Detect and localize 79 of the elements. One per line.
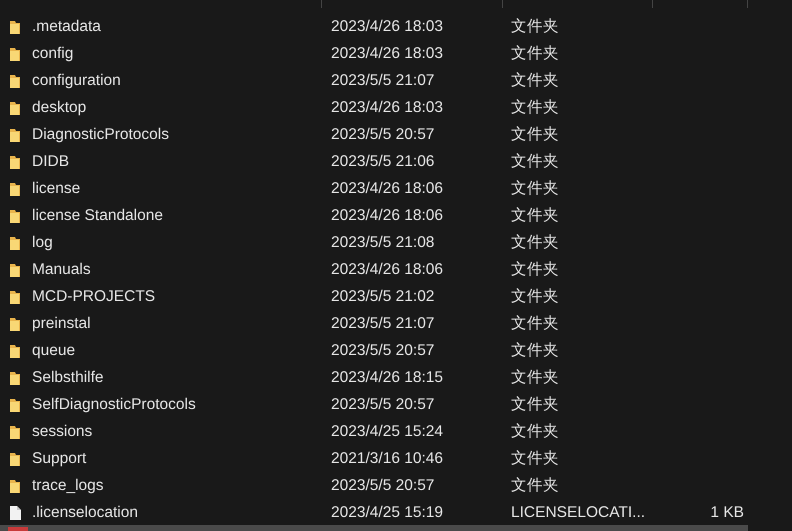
modified-date: 2023/4/25 15:24 [331,422,444,440]
file-name[interactable]: license [32,180,80,198]
folder-icon [8,154,22,170]
modified-date: 2023/5/5 21:06 [331,152,434,170]
file-name[interactable]: license Standalone [32,206,163,224]
file-type: 文件夹 [511,422,559,442]
folder-icon [8,126,22,142]
folder-icon [8,234,22,250]
app-icon [8,527,28,531]
folder-icon [8,288,22,304]
folder-icon [8,396,22,412]
folder-icon [8,450,22,466]
modified-date: 2023/4/26 18:03 [331,98,444,116]
file-type: 文件夹 [511,368,559,388]
scrollbar[interactable] [0,525,748,531]
modified-date: 2023/5/5 20:57 [331,126,434,144]
folder-icon [8,342,22,358]
folder-icon [8,180,22,196]
modified-date: 2023/5/5 21:02 [331,288,434,306]
folder-icon [8,72,22,88]
file-name[interactable]: SelfDiagnosticProtocols [32,396,196,414]
file-name[interactable]: desktop [32,98,86,116]
file-name[interactable]: Selbsthilfe [32,368,104,386]
file-type: 文件夹 [511,341,559,361]
file-name[interactable]: sessions [32,422,92,440]
file-name[interactable]: configuration [32,72,121,90]
file-type: LICENSELOCATI... [511,504,646,522]
modified-date: 2021/3/16 10:46 [331,450,444,468]
folder-icon [8,100,22,116]
folder-icon [8,370,22,386]
modified-date: 2023/4/26 18:06 [331,206,444,224]
folder-icon [8,208,22,224]
modified-date: 2023/5/5 20:57 [331,476,434,494]
file-type: 文件夹 [511,395,559,415]
folder-icon [8,46,22,62]
file-type: 文件夹 [511,17,559,37]
modified-date: 2023/4/26 18:03 [331,44,444,62]
file-type: 文件夹 [511,125,559,145]
file-name[interactable]: log [32,234,53,252]
folder-icon [8,316,22,332]
modified-date: 2023/5/5 20:57 [331,396,434,414]
folder-icon [8,424,22,440]
file-type: 文件夹 [511,98,559,118]
file-icon [8,504,22,520]
modified-date: 2023/4/26 18:03 [331,18,444,36]
file-type: 文件夹 [511,449,559,469]
folder-icon [8,478,22,494]
file-type: 文件夹 [511,287,559,307]
modified-date: 2023/5/5 21:08 [331,234,434,252]
file-type: 文件夹 [511,260,559,280]
file-name[interactable]: .licenselocation [32,504,138,522]
file-type: 文件夹 [511,152,559,172]
modified-date: 2023/5/5 20:57 [331,342,434,360]
folder-icon [8,18,22,34]
file-name[interactable]: trace_logs [32,476,104,494]
file-type: 文件夹 [511,71,559,91]
file-name[interactable]: MCD-PROJECTS [32,288,156,306]
file-type: 文件夹 [511,233,559,253]
file-name[interactable]: DiagnosticProtocols [32,126,169,144]
file-name[interactable]: Support [32,450,86,468]
file-type: 文件夹 [511,476,559,496]
file-name[interactable]: queue [32,342,76,360]
modified-date: 2023/4/26 18:06 [331,180,444,198]
file-type: 文件夹 [511,206,559,226]
file-name[interactable]: DIDB [32,152,70,170]
modified-date: 2023/5/5 21:07 [331,72,434,90]
modified-date: 2023/4/26 18:06 [331,260,444,278]
file-name[interactable]: .metadata [32,18,101,36]
modified-date: 2023/4/25 15:19 [331,504,444,522]
file-name[interactable]: Manuals [32,260,91,278]
file-type: 文件夹 [511,314,559,334]
folder-icon [8,262,22,278]
file-size: 1 KB [710,504,744,522]
file-name[interactable]: preinstal [32,314,91,332]
file-name[interactable]: config [32,44,74,62]
file-type: 文件夹 [511,179,559,199]
modified-date: 2023/4/26 18:15 [331,368,444,386]
file-type: 文件夹 [511,44,559,64]
modified-date: 2023/5/5 21:07 [331,314,434,332]
